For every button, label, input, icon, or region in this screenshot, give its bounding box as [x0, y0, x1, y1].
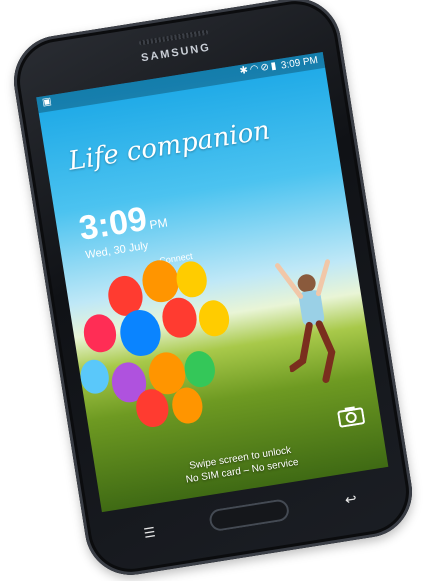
camera-icon[interactable]: [337, 404, 366, 428]
notification-icon: ▣: [41, 96, 53, 109]
jumping-child-illustration: [275, 259, 336, 383]
balloon: [78, 357, 112, 396]
phone-body: SAMSUNG ▣ ✱◠⊘▮ 3:09 PM Life companion 3:…: [7, 0, 419, 581]
balloons-illustration: [64, 247, 268, 443]
lockscreen-clock: 3:09PM: [76, 197, 169, 249]
balloon: [173, 259, 210, 300]
battery-icon: ▮: [269, 60, 280, 73]
balloon: [159, 295, 200, 341]
lock-screen[interactable]: ▣ ✱◠⊘▮ 3:09 PM Life companion 3:09PM Wed…: [36, 51, 389, 513]
balloon: [196, 298, 232, 339]
status-time: 3:09 PM: [280, 54, 319, 72]
lockscreen-slogan: Life companion: [66, 115, 272, 177]
balloon: [182, 348, 218, 390]
photo-stage: SAMSUNG ▣ ✱◠⊘▮ 3:09 PM Life companion 3:…: [0, 0, 432, 581]
home-button[interactable]: [207, 498, 291, 533]
clock-ampm: PM: [148, 215, 169, 233]
back-key-icon[interactable]: ↩: [344, 490, 358, 509]
balloon: [81, 311, 119, 355]
unlock-hint: Swipe screen to unlock No SIM card – No …: [96, 429, 386, 500]
menu-key-icon[interactable]: ☰: [143, 524, 157, 542]
status-icons: ✱◠⊘▮: [239, 60, 279, 77]
